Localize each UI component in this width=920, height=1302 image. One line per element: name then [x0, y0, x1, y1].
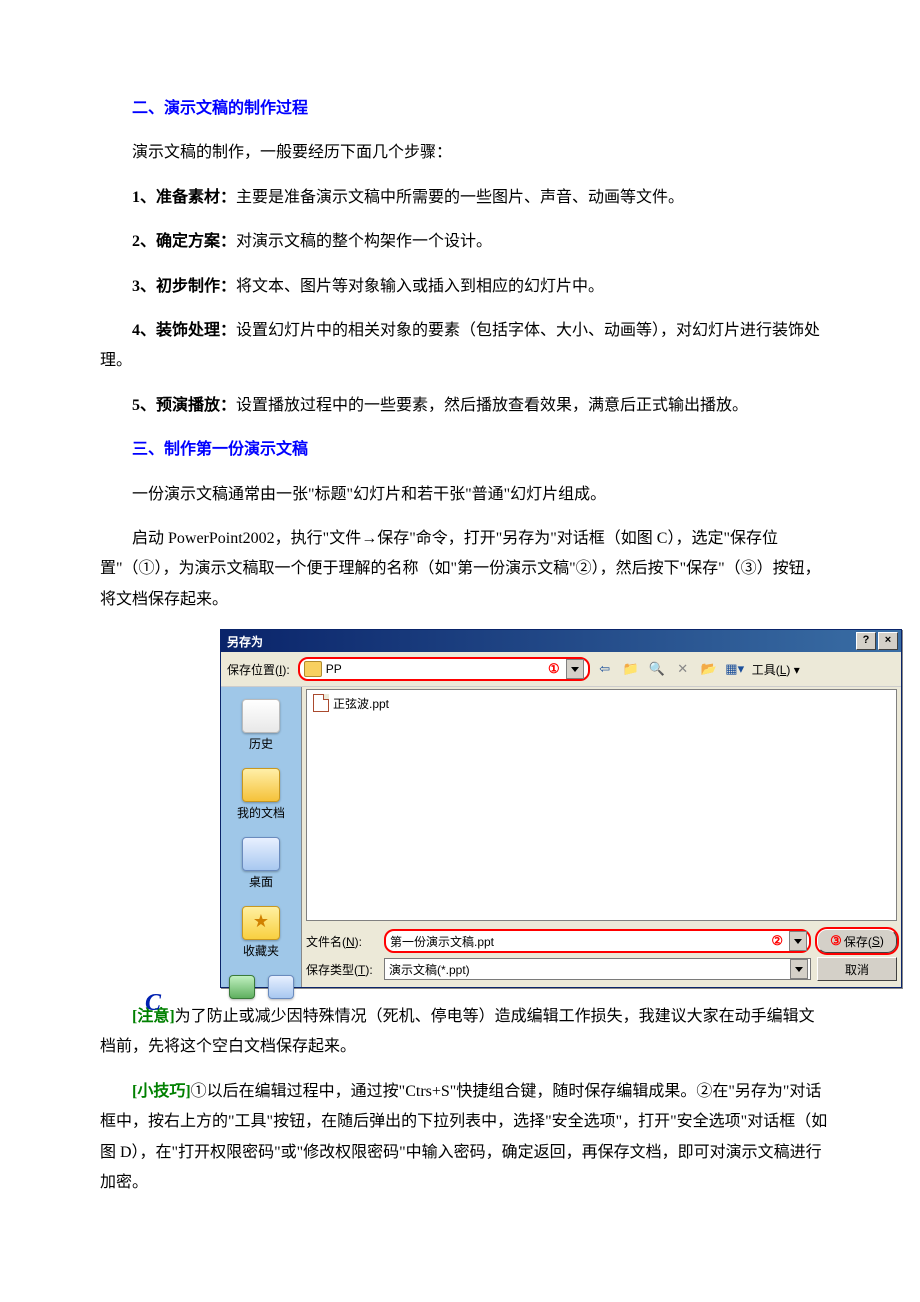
back-icon[interactable]: ⇦	[594, 658, 616, 680]
cancel-button[interactable]: 取消	[817, 957, 897, 981]
tip-body: ①以后在编辑过程中，通过按"Ctrs+S"快捷组合键，随时保存编辑成果。②在"另…	[100, 1083, 827, 1191]
step-4-bold: 4、装饰处理：	[132, 322, 236, 339]
step-1-bold: 1、准备素材：	[132, 189, 236, 206]
filename-value: 第一份演示文稿.ppt	[390, 933, 765, 950]
save-button[interactable]: ③ 保存(S)	[817, 929, 897, 953]
dialog-toolbar: 保存位置(I): PP ① ⇦ 📁 🔍 ✕ 📂 ▦▾ 工具(L) ▾	[221, 652, 901, 687]
folder-icon	[304, 661, 322, 677]
bottom-controls: 文件名(N): 第一份演示文稿.ppt ② ③ 保存(S) 保存类型(T):	[302, 923, 901, 987]
places-favorites[interactable]: 收藏夹	[221, 900, 301, 969]
dialog-body: 历史 我的文档 桌面 收藏夹	[221, 687, 901, 987]
monitor-icon	[268, 975, 294, 999]
chevron-down-icon[interactable]	[789, 931, 807, 951]
tools-menu[interactable]: 工具(L) ▾	[752, 661, 800, 678]
ppt-file-icon	[313, 694, 329, 712]
mydocs-icon	[242, 768, 280, 802]
callout-3: ③	[830, 933, 842, 949]
file-item[interactable]: 正弦波.ppt	[313, 694, 890, 712]
chevron-down-icon[interactable]	[566, 659, 584, 679]
places-mydocs[interactable]: 我的文档	[221, 762, 301, 831]
save-location-label: 保存位置(I):	[227, 661, 290, 678]
savetype-combo[interactable]: 演示文稿(*.ppt)	[384, 958, 811, 980]
places-network[interactable]	[221, 969, 301, 1011]
dialog-title: 另存为	[227, 633, 263, 650]
savetype-label: 保存类型(T):	[306, 961, 378, 978]
note-para: [注意]为了防止或减少因特殊情况（死机、停电等）造成编辑工作损失，我建议大家在动…	[100, 1002, 830, 1063]
views-icon[interactable]: ▦▾	[724, 658, 746, 680]
desktop-icon	[242, 837, 280, 871]
filename-combo[interactable]: 第一份演示文稿.ppt ②	[384, 929, 811, 953]
callout-2: ②	[771, 933, 783, 949]
dialog-titlebar[interactable]: 另存为 ? ×	[221, 630, 901, 652]
step-2-bold: 2、确定方案：	[132, 233, 236, 250]
search-icon[interactable]: 🔍	[646, 658, 668, 680]
step-2: 2、确定方案：对演示文稿的整个构架作一个设计。	[100, 227, 830, 257]
new-folder-icon[interactable]: 📂	[698, 658, 720, 680]
help-button[interactable]: ?	[856, 632, 876, 650]
step-4: 4、装饰处理：设置幻灯片中的相关对象的要素（包括字体、大小、动画等），对幻灯片进…	[100, 316, 830, 377]
tip-para: [小技巧]①以后在编辑过程中，通过按"Ctrs+S"快捷组合键，随时保存编辑成果…	[100, 1077, 830, 1199]
places-history-label: 历史	[223, 735, 299, 752]
savetype-value: 演示文稿(*.ppt)	[389, 961, 790, 978]
callout-1: ①	[548, 661, 560, 677]
chevron-down-icon[interactable]	[790, 959, 808, 979]
close-button[interactable]: ×	[878, 632, 898, 650]
places-bar: 历史 我的文档 桌面 收藏夹	[221, 687, 302, 987]
step-5-bold: 5、预演播放：	[132, 397, 236, 414]
para-intro-2: 演示文稿的制作，一般要经历下面几个步骤：	[100, 138, 830, 168]
history-icon	[242, 699, 280, 733]
places-desktop-label: 桌面	[223, 873, 299, 890]
step-1: 1、准备素材：主要是准备演示文稿中所需要的一些图片、声音、动画等文件。	[100, 183, 830, 213]
tip-tag: [小技巧]	[132, 1083, 191, 1100]
network-icon	[229, 975, 255, 999]
up-folder-icon[interactable]: 📁	[620, 658, 642, 680]
heading-section-3: 三、制作第一份演示文稿	[100, 435, 830, 465]
step-3-bold: 3、初步制作：	[132, 278, 236, 295]
save-location-value: PP	[326, 662, 542, 676]
step-3: 3、初步制作：将文本、图片等对象输入或插入到相应的幻灯片中。	[100, 272, 830, 302]
step-3-text: 将文本、图片等对象输入或插入到相应的幻灯片中。	[236, 278, 604, 295]
file-area: 正弦波.ppt 文件名(N): 第一份演示文稿.ppt ② ③ 保存(S)	[302, 687, 901, 987]
places-mydocs-label: 我的文档	[223, 804, 299, 821]
heading-section-2: 二、演示文稿的制作过程	[100, 94, 830, 124]
delete-icon[interactable]: ✕	[672, 658, 694, 680]
favorites-icon	[242, 906, 280, 940]
places-desktop[interactable]: 桌面	[221, 831, 301, 900]
file-list[interactable]: 正弦波.ppt	[306, 689, 897, 921]
step-5-text: 设置播放过程中的一些要素，然后播放查看效果，满意后正式输出播放。	[236, 397, 748, 414]
save-as-dialog: C 另存为 ? × 保存位置(I): PP ① ⇦ 📁 🔍 ✕ 📂 ▦▾ 工具(…	[220, 629, 902, 988]
filename-label: 文件名(N):	[306, 933, 378, 950]
note-body: 为了防止或减少因特殊情况（死机、停电等）造成编辑工作损失，我建议大家在动手编辑文…	[100, 1008, 815, 1055]
step-2-text: 对演示文稿的整个构架作一个设计。	[236, 233, 492, 250]
step-1-text: 主要是准备演示文稿中所需要的一些图片、声音、动画等文件。	[236, 189, 684, 206]
para-start-3: 启动 PowerPoint2002，执行"文件→保存"命令，打开"另存为"对话框…	[100, 524, 830, 615]
file-item-name: 正弦波.ppt	[333, 695, 389, 712]
save-location-combo[interactable]: PP ①	[298, 657, 590, 681]
para-intro-3: 一份演示文稿通常由一张"标题"幻灯片和若干张"普通"幻灯片组成。	[100, 480, 830, 510]
places-history[interactable]: 历史	[221, 693, 301, 762]
figure-label-c: C	[145, 990, 161, 1017]
places-favorites-label: 收藏夹	[223, 942, 299, 959]
step-5: 5、预演播放：设置播放过程中的一些要素，然后播放查看效果，满意后正式输出播放。	[100, 391, 830, 421]
